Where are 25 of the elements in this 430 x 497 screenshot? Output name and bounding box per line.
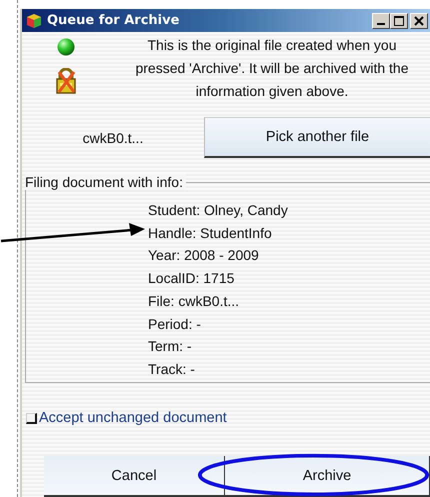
- info-line: Term: -: [148, 337, 193, 356]
- minimize-button[interactable]: [372, 12, 390, 28]
- info-line: Year: 2008 - 2009: [148, 246, 260, 266]
- pick-file-button[interactable]: Pick another file: [204, 117, 430, 158]
- info-line: Period: -: [148, 314, 202, 334]
- maximize-button[interactable]: [390, 12, 408, 28]
- info-line: File: cwkB0.t...: [148, 292, 240, 311]
- info-line: LocalID: 1715: [148, 269, 236, 288]
- minimize-icon: [377, 23, 385, 25]
- info-line: Track: -: [148, 360, 196, 379]
- maximize-icon: [394, 16, 404, 26]
- unlocked-padlock-icon: [55, 68, 77, 94]
- info-line: Student: Olney, Candy: [148, 201, 289, 220]
- dialog-button[interactable]: Cancel: [44, 456, 225, 497]
- file-name: cwkB0.t...: [82, 130, 144, 146]
- close-icon: [414, 16, 424, 26]
- info-line: Handle: StudentInfo: [148, 224, 273, 243]
- group-legend: Filing document with info:: [25, 174, 186, 190]
- checkbox[interactable]: [26, 412, 37, 424]
- close-button[interactable]: [410, 12, 428, 28]
- cube-icon: [26, 12, 42, 28]
- checkbox-label[interactable]: Accept unchanged document: [39, 410, 227, 426]
- info-message: This is the original file created when you pressed 'Archive'. It will be archived with the information given above.: [134, 36, 410, 101]
- status-dot-icon: [57, 38, 75, 56]
- window-title: Queue for Archive: [47, 13, 180, 28]
